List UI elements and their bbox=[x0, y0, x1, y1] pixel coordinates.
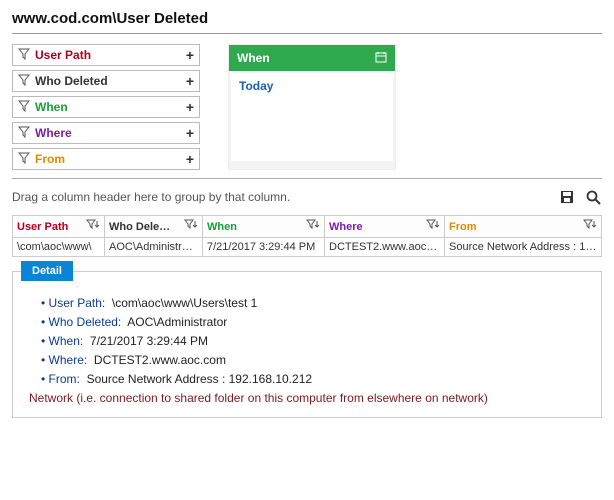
expand-icon[interactable]: + bbox=[186, 152, 194, 166]
filter-row-who-deleted[interactable]: Who Deleted+ bbox=[12, 70, 200, 92]
cell-userPath: \com\aoc\www\ bbox=[13, 238, 105, 257]
cell-where: DCTEST2.www.aoc.com bbox=[325, 238, 445, 257]
when-panel-header-label: When bbox=[237, 51, 270, 65]
save-icon[interactable] bbox=[558, 188, 576, 206]
calendar-icon[interactable] bbox=[375, 51, 387, 66]
results-table: User PathWho Dele…WhenWhereFrom \com\aoc… bbox=[12, 215, 602, 257]
report-page: www.cod.com\User Deleted User Path+Who D… bbox=[0, 0, 614, 428]
col-header-where[interactable]: Where bbox=[325, 216, 445, 238]
when-panel: When Today bbox=[228, 44, 396, 170]
funnel-icon bbox=[18, 48, 30, 63]
search-icon[interactable] bbox=[584, 188, 602, 206]
sort-filter-icon[interactable] bbox=[583, 219, 597, 234]
group-by-hint[interactable]: Drag a column header here to group by th… bbox=[12, 190, 550, 204]
col-header-user-path[interactable]: User Path bbox=[13, 216, 105, 238]
page-title: www.cod.com\User Deleted bbox=[12, 10, 208, 27]
table-row[interactable]: \com\aoc\www\AOC\Administrator7/21/2017 … bbox=[13, 238, 602, 257]
funnel-icon bbox=[18, 100, 30, 115]
filter-row-where[interactable]: Where+ bbox=[12, 122, 200, 144]
table-header-row: User PathWho Dele…WhenWhereFrom bbox=[13, 216, 602, 238]
expand-icon[interactable]: + bbox=[186, 100, 194, 114]
filter-label: Who Deleted bbox=[30, 74, 186, 88]
cell-who: AOC\Administrator bbox=[105, 238, 203, 257]
filter-label: Where bbox=[30, 126, 186, 140]
sort-filter-icon[interactable] bbox=[306, 219, 320, 234]
group-by-row: Drag a column header here to group by th… bbox=[12, 185, 602, 209]
detail-panel: Detail User Path: \com\aoc\www\Users\tes… bbox=[12, 271, 602, 418]
col-header-from[interactable]: From bbox=[445, 216, 602, 238]
filter-column: User Path+Who Deleted+When+Where+From+ bbox=[12, 44, 200, 170]
sort-filter-icon[interactable] bbox=[86, 219, 100, 234]
cell-when: 7/21/2017 3:29:44 PM bbox=[203, 238, 325, 257]
filter-row-user-path[interactable]: User Path+ bbox=[12, 44, 200, 66]
cell-from: Source Network Address : 192… bbox=[445, 238, 602, 257]
top-section: User Path+Who Deleted+When+Where+From+ W… bbox=[12, 44, 602, 170]
sort-filter-icon[interactable] bbox=[426, 219, 440, 234]
filter-row-when[interactable]: When+ bbox=[12, 96, 200, 118]
detail-item-when: When: 7/21/2017 3:29:44 PM bbox=[41, 334, 587, 348]
funnel-icon bbox=[18, 152, 30, 167]
col-header-when[interactable]: When bbox=[203, 216, 325, 238]
filter-label: When bbox=[30, 100, 186, 114]
section-divider bbox=[12, 178, 602, 179]
detail-extra-note: Network (i.e. connection to shared folde… bbox=[29, 391, 587, 405]
detail-item-from: From: Source Network Address : 192.168.1… bbox=[41, 372, 587, 386]
expand-icon[interactable]: + bbox=[186, 48, 194, 62]
detail-list: User Path: \com\aoc\www\Users\test 1 Who… bbox=[41, 296, 587, 386]
detail-item-userpath: User Path: \com\aoc\www\Users\test 1 bbox=[41, 296, 587, 310]
detail-item-where: Where: DCTEST2.www.aoc.com bbox=[41, 353, 587, 367]
when-panel-header: When bbox=[229, 45, 395, 71]
title-bar: www.cod.com\User Deleted bbox=[12, 10, 602, 34]
when-panel-body: Today bbox=[231, 73, 393, 161]
detail-item-who: Who Deleted: AOC\Administrator bbox=[41, 315, 587, 329]
filter-row-from[interactable]: From+ bbox=[12, 148, 200, 170]
col-header-who-dele-[interactable]: Who Dele… bbox=[105, 216, 203, 238]
when-value-link[interactable]: Today bbox=[239, 79, 273, 93]
filter-label: User Path bbox=[30, 48, 186, 62]
expand-icon[interactable]: + bbox=[186, 74, 194, 88]
funnel-icon bbox=[18, 74, 30, 89]
funnel-icon bbox=[18, 126, 30, 141]
filter-label: From bbox=[30, 152, 186, 166]
expand-icon[interactable]: + bbox=[186, 126, 194, 140]
detail-tab[interactable]: Detail bbox=[21, 261, 73, 281]
sort-filter-icon[interactable] bbox=[184, 219, 198, 234]
